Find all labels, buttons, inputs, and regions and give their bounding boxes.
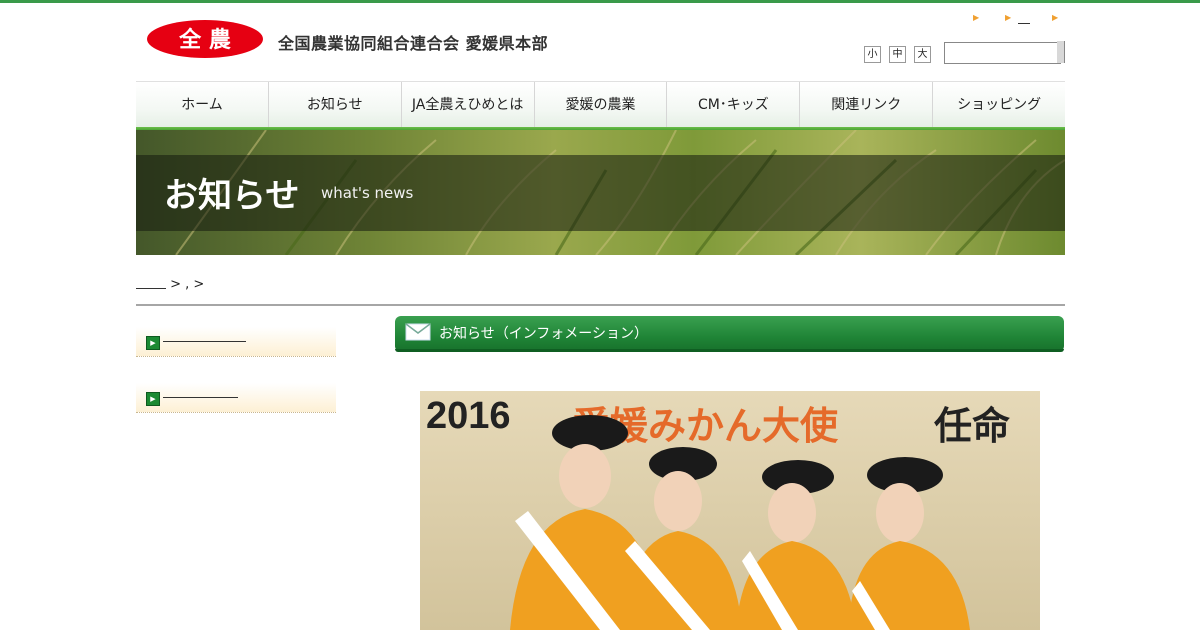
font-size-small-button[interactable]: 小: [864, 46, 881, 63]
news-photo: 2016 愛媛みかん大使 任命: [420, 391, 1040, 630]
global-nav: ホーム お知らせ JA全農えひめとは 愛媛の農業 CM･キッズ 関連リンク ショ…: [136, 81, 1065, 131]
font-size-large-button[interactable]: 大: [914, 46, 931, 63]
nav-item-news[interactable]: お知らせ: [269, 82, 402, 131]
top-accent-bar: [0, 0, 1200, 3]
nav-item-agriculture[interactable]: 愛媛の農業: [535, 82, 668, 131]
arrow-icon[interactable]: ▶: [1052, 13, 1058, 22]
section-title: お知らせ（インフォメーション）: [439, 326, 649, 342]
zennoh-logo[interactable]: 全 農: [146, 19, 264, 59]
section-title-bar: お知らせ（インフォメーション）: [395, 316, 1064, 352]
arrow-icon[interactable]: ▶: [973, 13, 979, 22]
nav-item-home[interactable]: ホーム: [136, 82, 269, 131]
nav-item-shopping[interactable]: ショッピング: [933, 82, 1065, 131]
sidebar-item[interactable]: ▶: [136, 327, 336, 357]
nav-item-about[interactable]: JA全農えひめとは: [402, 82, 535, 131]
breadcrumb-separator: > , >: [166, 277, 205, 292]
arrow-icon[interactable]: ▶: [1005, 13, 1011, 22]
arrow-right-icon: ▶: [146, 392, 160, 406]
sidebar-link[interactable]: [163, 341, 246, 342]
search-button[interactable]: [1057, 41, 1065, 63]
search-input[interactable]: [944, 42, 1061, 64]
breadcrumb: > , >: [136, 277, 204, 292]
envelope-icon: [405, 323, 431, 341]
sidebar-item[interactable]: ▶: [136, 383, 336, 413]
arrow-right-icon: ▶: [146, 336, 160, 350]
organization-name: 全国農業協同組合連合会 愛媛県本部: [278, 34, 549, 53]
breadcrumb-home-link[interactable]: [136, 277, 166, 289]
banner-title: お知らせ: [164, 176, 300, 216]
sidebar-link[interactable]: [163, 397, 238, 398]
top-links: ▶ ▶ ▶: [970, 13, 1062, 25]
font-size-medium-button[interactable]: 中: [889, 46, 906, 63]
nav-item-cm-kids[interactable]: CM･キッズ: [667, 82, 801, 131]
logo-text: 全 農: [178, 27, 231, 53]
page-banner: お知らせ what's news: [136, 130, 1065, 255]
ambassadors-illustration: [510, 415, 970, 630]
top-link[interactable]: [1018, 23, 1030, 24]
divider: [136, 304, 1065, 306]
nav-item-links[interactable]: 関連リンク: [800, 82, 934, 131]
banner-subtitle: what's news: [321, 184, 414, 202]
